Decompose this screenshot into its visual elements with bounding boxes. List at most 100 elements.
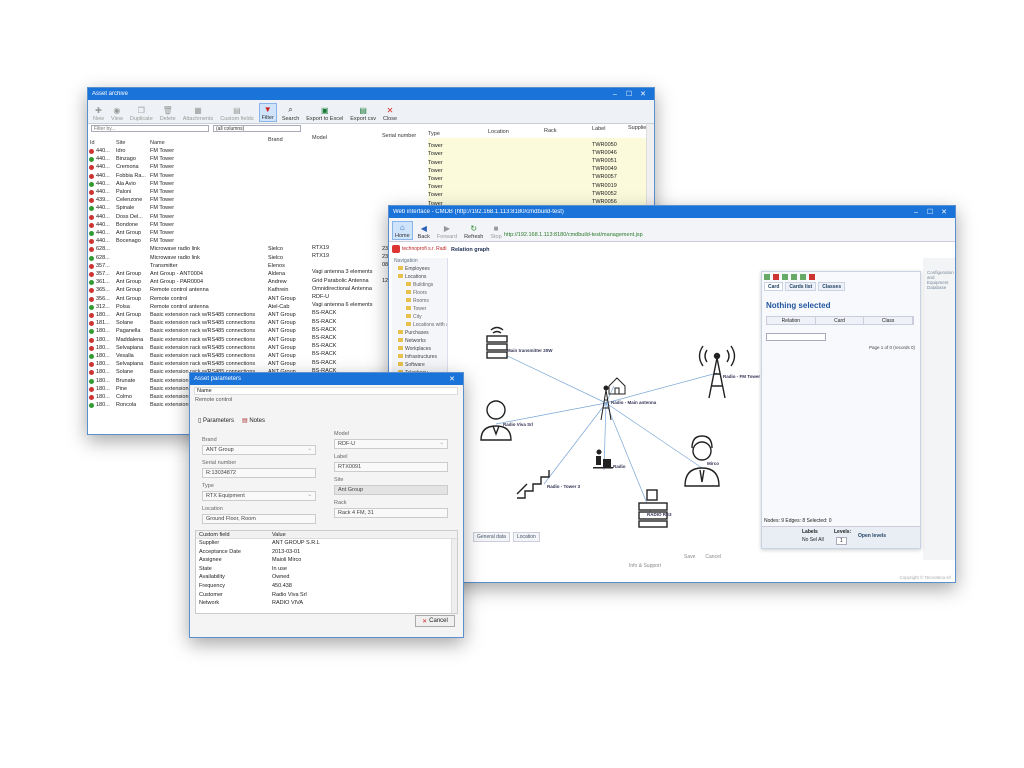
add-icon[interactable] xyxy=(764,274,770,280)
open-levels-button[interactable]: Open levels xyxy=(858,533,886,539)
tab-location[interactable]: Location xyxy=(512,532,540,542)
maximize-icon[interactable]: ☐ xyxy=(622,90,636,98)
model-select[interactable]: RDF-U ⌄ xyxy=(334,439,448,449)
brand-select[interactable]: ANT Group ⌄ xyxy=(202,445,316,455)
location-field[interactable]: Ground Floor, Room xyxy=(202,514,316,524)
nav-item[interactable]: City xyxy=(392,314,447,322)
collapse-icon[interactable] xyxy=(791,274,797,280)
col-type[interactable]: Type xyxy=(428,131,440,137)
cancel-button[interactable]: ✕ Cancel xyxy=(415,615,455,627)
cancel-button[interactable]: Cancel xyxy=(705,554,721,560)
custom-field-row[interactable]: Acceptance Date 2013-03-01 xyxy=(196,548,457,557)
tab-classes[interactable]: Classes xyxy=(818,282,846,291)
export-excel-button[interactable]: ▣ Export to Excel xyxy=(304,105,345,123)
col-relation[interactable]: Relation xyxy=(767,317,816,324)
fit-icon[interactable] xyxy=(800,274,806,280)
custom-field-row[interactable]: Supplier ANT GROUP S.R.L xyxy=(196,539,457,548)
new-button[interactable]: ✚ New xyxy=(91,105,106,123)
close-icon[interactable]: ✕ xyxy=(445,375,459,383)
nav-item[interactable]: Networks xyxy=(392,338,447,346)
custom-field-row[interactable]: Availability Owned xyxy=(196,573,457,582)
rack-field[interactable]: Rack 4 FM, 31 xyxy=(334,508,448,518)
nav-item[interactable]: Purchases xyxy=(392,330,447,338)
col-id[interactable]: Id xyxy=(90,140,95,146)
type-select[interactable]: RTX Equipment ⌄ xyxy=(202,491,316,501)
col-site[interactable]: Site xyxy=(116,140,125,146)
panel-search-input[interactable] xyxy=(766,333,826,341)
columns-select[interactable]: (all columns) xyxy=(213,124,301,132)
stop-icon[interactable] xyxy=(809,274,815,280)
close-button[interactable]: ✕ Close xyxy=(381,105,399,123)
maximize-icon[interactable]: ☐ xyxy=(923,208,937,216)
attachments-button[interactable]: ▦ Attachments xyxy=(181,105,216,123)
nav-item[interactable]: Locations with ass xyxy=(392,322,447,330)
nav-item[interactable]: Floors xyxy=(392,290,447,298)
custom-field-row[interactable]: Frequency 450.438 xyxy=(196,582,457,591)
minimize-icon[interactable]: – xyxy=(909,209,923,216)
table-row[interactable]: 440... Cremona FM Tower Tower TWR0051 xyxy=(88,158,646,172)
custom-field-row[interactable]: Assignee Maioli Mirco xyxy=(196,556,457,565)
custom-fields-scrollbar[interactable] xyxy=(451,539,457,613)
forward-button[interactable]: ▶ Forward xyxy=(435,223,459,241)
nav-item[interactable]: Infrastructures xyxy=(392,354,447,362)
remove-icon[interactable] xyxy=(773,274,779,280)
tab-parameters[interactable]: ▯ Parameters xyxy=(198,417,234,424)
transmitter-server-icon[interactable] xyxy=(486,326,508,359)
nav-item[interactable]: Employees xyxy=(392,266,447,274)
nav-item[interactable]: Buildings xyxy=(392,282,447,290)
table-row[interactable]: 440... Ala Avio FM Tower Tower TWR0057 xyxy=(88,174,646,189)
nav-item[interactable]: Rooms xyxy=(392,298,447,306)
close-icon[interactable]: ✕ xyxy=(636,90,650,98)
view-button[interactable]: ◉ View xyxy=(109,105,125,123)
serial-field[interactable]: R:13034872 xyxy=(202,468,316,478)
levels-input[interactable]: 1 xyxy=(836,537,847,545)
nav-item[interactable]: Locations xyxy=(392,274,447,282)
filter-button[interactable]: ▼ Filter xyxy=(258,103,277,122)
minimize-icon[interactable]: – xyxy=(608,91,622,98)
refresh-button[interactable]: ↻ Refresh xyxy=(462,223,485,241)
fm-tower-icon[interactable] xyxy=(698,345,736,399)
rack-server-icon[interactable] xyxy=(638,489,668,528)
filter-input[interactable]: Filter by... xyxy=(91,124,209,132)
col-model[interactable]: Model xyxy=(312,135,327,141)
search-button[interactable]: ⌕ Search xyxy=(280,105,301,122)
col-name[interactable]: Name xyxy=(150,140,165,146)
tab-cards-list[interactable]: Cards list xyxy=(785,282,817,291)
custom-field-row[interactable]: Network RADIO VIVA xyxy=(196,599,457,608)
label-field[interactable]: RTX0091 xyxy=(334,462,448,472)
col-location[interactable]: Location xyxy=(488,129,509,135)
duplicate-button[interactable]: ❐ Duplicate xyxy=(128,105,155,123)
export-csv-button[interactable]: ▤ Export csv xyxy=(348,105,378,123)
col-class[interactable]: Class xyxy=(864,317,914,324)
custom-field-row[interactable]: Customer Radio Viva Srl xyxy=(196,591,457,600)
table-row[interactable]: 440... Idro FM Tower Tower TWR0050 xyxy=(88,142,646,156)
nav-item[interactable]: Tower xyxy=(392,306,447,314)
delete-button[interactable]: 🗑 Delete xyxy=(158,105,178,123)
col-rack[interactable]: Rack xyxy=(544,128,557,134)
nav-item[interactable]: Workplaces xyxy=(392,346,447,354)
expand-icon[interactable] xyxy=(782,274,788,280)
col-label[interactable]: Label xyxy=(592,126,605,132)
custom-field-row[interactable]: State In use xyxy=(196,565,457,574)
table-row[interactable]: 440... Binzago FM Tower Tower TWR0046 xyxy=(88,150,646,164)
table-row[interactable]: 439... Celenzone FM Tower Tower TWR0052 xyxy=(88,191,646,205)
stop-button[interactable]: ■ Stop xyxy=(488,223,503,241)
col-brand[interactable]: Brand xyxy=(268,137,283,143)
footer-info[interactable]: Info & Support xyxy=(629,563,661,569)
address-url[interactable]: http://192.168.1.113:8180/cmdbuild-test/… xyxy=(504,232,643,238)
relation-graph-canvas[interactable]: Main transmitter 20W Radio - Main antenn… xyxy=(449,258,760,528)
tab-notes[interactable]: ▤ Notes xyxy=(242,417,265,424)
labels-options[interactable]: No Sel All xyxy=(802,537,824,543)
home-button[interactable]: ⌂ Home xyxy=(392,221,413,240)
tab-general-data[interactable]: General data xyxy=(473,532,510,542)
custom-fields-button[interactable]: ▤ Custom fields xyxy=(218,105,255,123)
close-icon[interactable]: ✕ xyxy=(937,208,951,216)
back-button[interactable]: ◀ Back xyxy=(416,223,432,241)
nav-item[interactable]: Software xyxy=(392,362,447,370)
customer-person-icon[interactable] xyxy=(480,400,512,441)
col-serial[interactable]: Serial number xyxy=(382,133,416,139)
table-row[interactable]: 440... Paloni FM Tower Tower TWR0019 xyxy=(88,183,646,197)
delivery-icon[interactable] xyxy=(593,449,613,469)
tab-card[interactable]: Card xyxy=(764,282,784,291)
save-button[interactable]: Save xyxy=(684,554,695,560)
